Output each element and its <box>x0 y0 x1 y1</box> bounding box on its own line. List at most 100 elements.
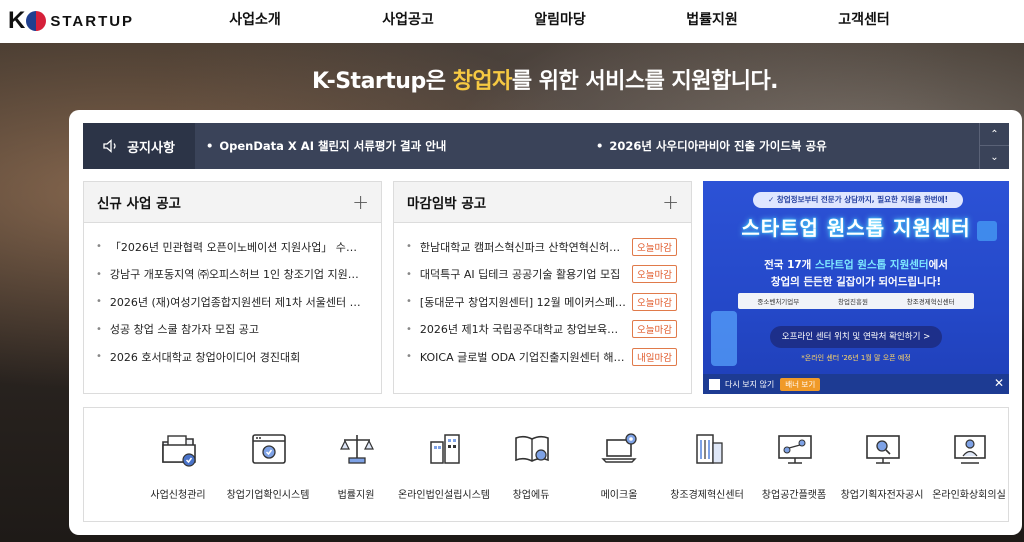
notice-title: 공지사항 <box>127 140 175 156</box>
onestop-center-banner[interactable]: ✓ 창업정보부터 전문가 상담까지, 필요한 지원을 한번에! 스타트업 원스톱… <box>703 181 1009 394</box>
buildings-icon <box>430 434 460 464</box>
list-item: • 강남구 개포동지역 ㈜오피스허브 1인 창조기업 지원센터… <box>96 261 367 289</box>
book-icon <box>515 435 549 462</box>
banner-footer: 다시 보지 않기 배너 보기 ✕ <box>703 374 1009 394</box>
bullet-icon: • <box>406 268 412 280</box>
monitor-search-icon <box>866 435 900 464</box>
board-list: • 「2026년 민관협력 오픈이노베이션 지원사업」 수요기… • 강남구 개포동… <box>84 223 381 371</box>
nav-about[interactable]: 사업소개 <box>195 0 315 43</box>
bullet-icon: • <box>96 351 102 363</box>
logo-text: STARTUP <box>50 12 135 30</box>
quick-item-startup-confirm[interactable]: 창업기업확인시스템 <box>222 408 314 521</box>
list-item: • 성공 창업 스쿨 참가자 모집 공고 <box>96 316 367 344</box>
partner-logo: 창조경제혁신센터 <box>906 298 955 306</box>
deadline-board: 마감임박 공고 + • 한남대학교 캠퍼스혁신파크 산학연혁신허브… 오늘마감 • 대… <box>393 181 692 394</box>
list-item: • 2026년 (재)여성기업종합지원센터 제1차 서울센터 BI입… <box>96 288 367 316</box>
list-item-link[interactable]: 한남대학교 캠퍼스혁신파크 산학연혁신허브… <box>420 239 626 255</box>
deadline-badge: 오늘마감 <box>632 237 677 256</box>
quick-item-legal[interactable]: 법률지원 <box>310 408 402 521</box>
deadline-badge: 오늘마감 <box>632 320 677 339</box>
scales-icon <box>340 435 374 464</box>
list-item-link[interactable]: 2026년 제1차 국립공주대학교 창업보육센… <box>420 321 626 337</box>
video-user-icon <box>954 435 986 464</box>
banner-desc-pre: 전국 17개 <box>764 259 815 271</box>
deadline-badge: 내일마감 <box>632 347 677 366</box>
dont-show-label[interactable]: 다시 보지 않기 <box>725 379 774 390</box>
notice-up-button[interactable]: ⌃ <box>980 123 1009 146</box>
list-item-link[interactable]: 2026 호서대학교 창업아이디어 경진대회 <box>110 349 367 365</box>
quick-item-makeall[interactable]: 메이크올 <box>573 408 665 521</box>
nav-legal-support[interactable]: 법률지원 <box>652 0 772 43</box>
main-menu: 사업소개 사업공고 알림마당 법률지원 고객센터 <box>190 0 950 43</box>
monitor-network-icon <box>778 435 812 464</box>
hero-title: K-Startup은 창업자를 위한 서비스를 지원합니다. <box>0 63 1024 95</box>
list-item-link[interactable]: [동대문구 창업지원센터] 12월 메이커스페이… <box>420 294 626 310</box>
quick-item-disclosure[interactable]: 창업기획자전자공시 <box>836 408 928 521</box>
hero-title-pre: K-Startup은 <box>311 69 453 94</box>
bullet-icon: • <box>96 323 102 335</box>
notice-item[interactable]: OpenData X AI 챌린지 서류평가 결과 안내 <box>206 123 446 169</box>
board-title: 마감임박 공고 <box>407 196 487 212</box>
hero-title-post: 를 위한 서비스를 지원합니다. <box>511 69 779 94</box>
partner-logo: 중소벤처기업부 <box>757 298 800 306</box>
list-item-link[interactable]: 「2026년 민관협력 오픈이노베이션 지원사업」 수요기… <box>110 239 367 255</box>
hero-title-highlight: 창업자 <box>452 69 513 94</box>
quick-item-incorporation[interactable]: 온라인법인설립시스템 <box>398 408 490 521</box>
deadline-badge: 오늘마감 <box>632 265 677 284</box>
notice-controls: ⌃ ⌄ <box>979 123 1009 169</box>
bullet-icon: • <box>406 296 412 308</box>
more-plus-icon[interactable]: + <box>662 192 679 212</box>
browser-check-icon <box>252 434 286 464</box>
quick-item-edu[interactable]: 창업에듀 <box>485 408 577 521</box>
nav-notice-board[interactable]: 알림마당 <box>500 0 620 43</box>
banner-description-line2: 창업의 든든한 길잡이가 되어드립니다! <box>770 276 942 288</box>
bullet-icon: • <box>96 241 102 253</box>
list-item: • KOICA 글로벌 ODA 기업진출지원센터 해외 … 내일마감 <box>406 343 677 371</box>
bullet-icon: • <box>406 241 412 253</box>
top-navigation: K STARTUP 사업소개 사업공고 알림마당 법률지원 고객센터 <box>0 0 1024 43</box>
deadline-badge: 오늘마감 <box>632 292 677 311</box>
list-item-link[interactable]: 2026년 (재)여성기업종합지원센터 제1차 서울센터 BI입… <box>110 294 367 310</box>
board-header: 신규 사업 공고 + <box>84 182 381 223</box>
banner-note: *온라인 센터 '26년 1월 말 오픈 예정 <box>801 354 911 362</box>
taegeuk-icon <box>26 11 47 31</box>
notice-item[interactable]: 2026년 사우디아라비아 진출 가이드북 공유 <box>596 123 826 169</box>
list-item-link[interactable]: KOICA 글로벌 ODA 기업진출지원센터 해외 … <box>420 349 626 365</box>
banner-desc-highlight: 스타트업 원스톱 지원센터 <box>815 259 929 271</box>
list-item: • 「2026년 민관협력 오픈이노베이션 지원사업」 수요기… <box>96 233 367 261</box>
more-plus-icon[interactable]: + <box>352 192 369 212</box>
close-icon[interactable]: ✕ <box>994 376 1004 390</box>
quick-item-space-platform[interactable]: 창업공간플랫폼 <box>748 408 840 521</box>
list-item: • 2026년 제1차 국립공주대학교 창업보육센… 오늘마감 <box>406 316 677 344</box>
nav-announcements[interactable]: 사업공고 <box>348 0 468 43</box>
k-startup-logo[interactable]: K STARTUP <box>8 8 134 34</box>
banner-title: 스타트업 원스톱 지원센터 <box>741 216 971 240</box>
board-list: • 한남대학교 캠퍼스혁신파크 산학연혁신허브… 오늘마감 • 대덕특구 AI 딥테크… <box>394 223 691 371</box>
view-banner-button[interactable]: 배너 보기 <box>780 377 821 391</box>
list-item: • [동대문구 창업지원센터] 12월 메이커스페이… 오늘마감 <box>406 288 677 316</box>
notice-bar: 공지사항 OpenData X AI 챌린지 서류평가 결과 안내 2026년 … <box>83 123 1009 169</box>
dont-show-checkbox[interactable] <box>709 378 720 390</box>
list-item-link[interactable]: 대덕특구 AI 딥테크 공공기술 활용기업 모집 <box>420 266 626 282</box>
speaker-icon <box>103 139 116 153</box>
list-item-link[interactable]: 강남구 개포동지역 ㈜오피스허브 1인 창조기업 지원센터… <box>110 266 367 282</box>
office-building-icon <box>696 434 723 464</box>
quick-item-video-meeting[interactable]: 온라인화상회의실 <box>923 408 1015 521</box>
list-item: • 대덕특구 AI 딥테크 공공기술 활용기업 모집 오늘마감 <box>406 261 677 289</box>
list-item-link[interactable]: 성공 창업 스쿨 참가자 모집 공고 <box>110 321 367 337</box>
partner-logo: 창업진흥원 <box>838 298 868 306</box>
notice-header: 공지사항 <box>83 123 195 169</box>
quick-services: 사업신청관리 창업기업확인시스템 법률지원 온라인법인설립시스템 창업에듀 메이… <box>83 407 1009 522</box>
board-header: 마감임박 공고 + <box>394 182 691 223</box>
banner-desc-post: 에서 <box>928 259 948 271</box>
quick-item-innovation-center[interactable]: 창조경제혁신센터 <box>661 408 753 521</box>
banner-tagline: ✓ 창업정보부터 전문가 상담까지, 필요한 지원을 한번에! <box>753 192 963 208</box>
quick-item-application[interactable]: 사업신청관리 <box>132 408 224 521</box>
quick-item-label: 온라인화상회의실 <box>932 490 1006 501</box>
partner-logos: 중소벤처기업부 창업진흥원 창조경제혁신센터 <box>738 293 974 309</box>
nav-customer-center[interactable]: 고객센터 <box>804 0 924 43</box>
center-location-button[interactable]: 오프라인 센터 위치 및 연락처 확인하기 > <box>770 326 942 348</box>
notice-down-button[interactable]: ⌄ <box>980 146 1009 169</box>
folder-check-icon <box>162 435 196 467</box>
board-title: 신규 사업 공고 <box>97 196 181 212</box>
